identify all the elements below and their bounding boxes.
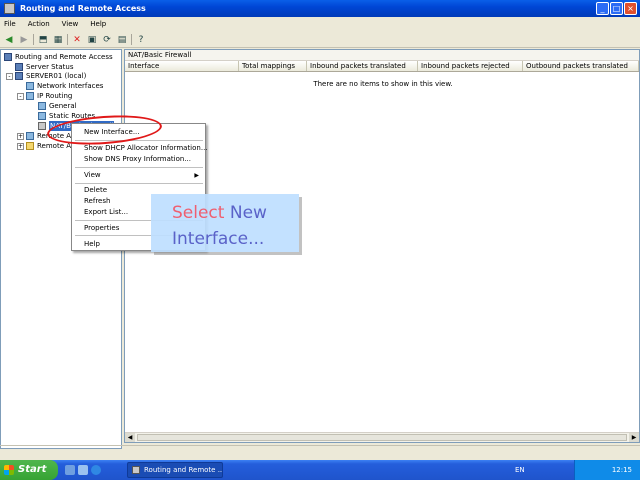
tree-network-interfaces[interactable]: Network Interfaces <box>26 81 103 91</box>
menu-separator <box>75 167 203 168</box>
routing-icon <box>26 92 34 100</box>
window-controls: _ □ × <box>596 2 637 15</box>
toolbar-separator <box>33 34 34 45</box>
language-indicator[interactable]: EN <box>515 460 525 480</box>
column-inbound-translated[interactable]: Inbound packets translated <box>307 61 418 71</box>
pane-title: NAT/Basic Firewall <box>125 50 639 61</box>
folder-icon <box>26 142 34 150</box>
column-total-mappings[interactable]: Total mappings <box>239 61 307 71</box>
close-button[interactable]: × <box>624 2 637 15</box>
menu-item-properties[interactable]: Properties <box>84 224 119 233</box>
menu-bar: File Action View Help <box>0 17 640 31</box>
taskbar: Start Routing and Remote ... EN 12:15 <box>0 460 640 480</box>
start-label: Start <box>18 464 47 475</box>
menu-item-view-label: View <box>84 171 101 179</box>
policy-icon <box>26 132 34 140</box>
menu-help[interactable]: Help <box>90 20 106 28</box>
empty-message: There are no items to show in this view. <box>313 80 453 88</box>
menu-item-show-dns[interactable]: Show DNS Proxy Information... <box>84 155 191 164</box>
scroll-thumb[interactable] <box>137 434 627 441</box>
menu-item-delete[interactable]: Delete <box>84 186 107 195</box>
firewall-icon <box>38 122 46 130</box>
toolbar-separator <box>67 34 68 45</box>
submenu-arrow-icon: ▶ <box>194 172 199 179</box>
minimize-button[interactable]: _ <box>596 2 609 15</box>
column-outbound-translated[interactable]: Outbound packets translated <box>523 61 639 71</box>
status-bar <box>0 445 640 459</box>
tree-root[interactable]: Routing and Remote Access <box>4 52 113 62</box>
clock[interactable]: 12:15 <box>612 460 632 480</box>
menu-action[interactable]: Action <box>28 20 50 28</box>
menu-item-view[interactable]: View ▶ <box>84 171 204 180</box>
menu-item-show-dhcp[interactable]: Show DHCP Allocator Information... <box>84 144 208 153</box>
expand-icon[interactable]: + <box>17 133 24 140</box>
export-icon[interactable]: ▤ <box>116 34 128 46</box>
menu-item-export-list[interactable]: Export List... <box>84 208 128 217</box>
menu-item-refresh[interactable]: Refresh <box>84 197 110 206</box>
collapse-icon[interactable]: - <box>6 73 13 80</box>
properties-icon[interactable]: ▣ <box>86 34 98 46</box>
toolbar-separator <box>131 34 132 45</box>
window-title: Routing and Remote Access <box>20 4 146 13</box>
tree-general[interactable]: General <box>38 101 77 111</box>
menu-file[interactable]: File <box>4 20 16 28</box>
taskbar-button-routing[interactable]: Routing and Remote ... <box>127 462 223 478</box>
show-desktop-icon[interactable] <box>65 465 75 475</box>
windows-logo-icon <box>4 465 14 475</box>
menu-item-help[interactable]: Help <box>84 240 100 249</box>
callout-word-select: Select <box>172 203 225 223</box>
start-button[interactable]: Start <box>0 460 58 480</box>
callout-word-new: New <box>229 203 267 223</box>
scroll-left-icon[interactable]: ◀ <box>125 433 135 442</box>
back-icon[interactable]: ◀ <box>3 34 15 46</box>
static-routes-icon <box>38 112 46 120</box>
up-icon[interactable]: ⬒ <box>37 34 49 46</box>
show-hide-tree-icon[interactable]: ▦ <box>52 34 64 46</box>
system-tray: EN 12:15 <box>515 460 640 480</box>
internet-explorer-icon[interactable] <box>91 465 101 475</box>
column-header-row: Interface Total mappings Inbound packets… <box>125 61 639 72</box>
toolbar: ◀ ▶ ⬒ ▦ ✕ ▣ ⟳ ▤ ? <box>0 32 640 48</box>
network-icon <box>26 82 34 90</box>
column-interface[interactable]: Interface <box>125 61 239 71</box>
tree-ip-routing[interactable]: IP Routing <box>26 91 72 101</box>
tree-server[interactable]: SERVER01 (local) <box>15 71 86 81</box>
refresh-icon[interactable]: ⟳ <box>101 34 113 46</box>
routing-icon <box>132 466 140 474</box>
server-icon <box>15 72 23 80</box>
title-bar[interactable]: Routing and Remote Access _ □ × <box>0 0 640 17</box>
app-icon <box>4 3 15 14</box>
maximize-button[interactable]: □ <box>610 2 623 15</box>
routing-icon <box>4 53 12 61</box>
instruction-callout: Select New Interface... <box>151 194 299 252</box>
explorer-icon[interactable] <box>78 465 88 475</box>
callout-word-interface: Interface... <box>172 229 265 249</box>
column-inbound-rejected[interactable]: Inbound packets rejected <box>418 61 523 71</box>
menu-separator <box>75 183 203 184</box>
delete-icon[interactable]: ✕ <box>71 34 83 46</box>
general-icon <box>38 102 46 110</box>
forward-icon[interactable]: ▶ <box>18 34 30 46</box>
collapse-icon[interactable]: - <box>17 93 24 100</box>
menu-view[interactable]: View <box>62 20 79 28</box>
horizontal-scrollbar[interactable]: ◀ ▶ <box>125 432 639 442</box>
server-status-icon <box>15 63 23 71</box>
expand-icon[interactable]: + <box>17 143 24 150</box>
taskbar-button-label: Routing and Remote ... <box>144 466 223 474</box>
help-icon[interactable]: ? <box>135 34 147 46</box>
scroll-right-icon[interactable]: ▶ <box>629 433 639 442</box>
